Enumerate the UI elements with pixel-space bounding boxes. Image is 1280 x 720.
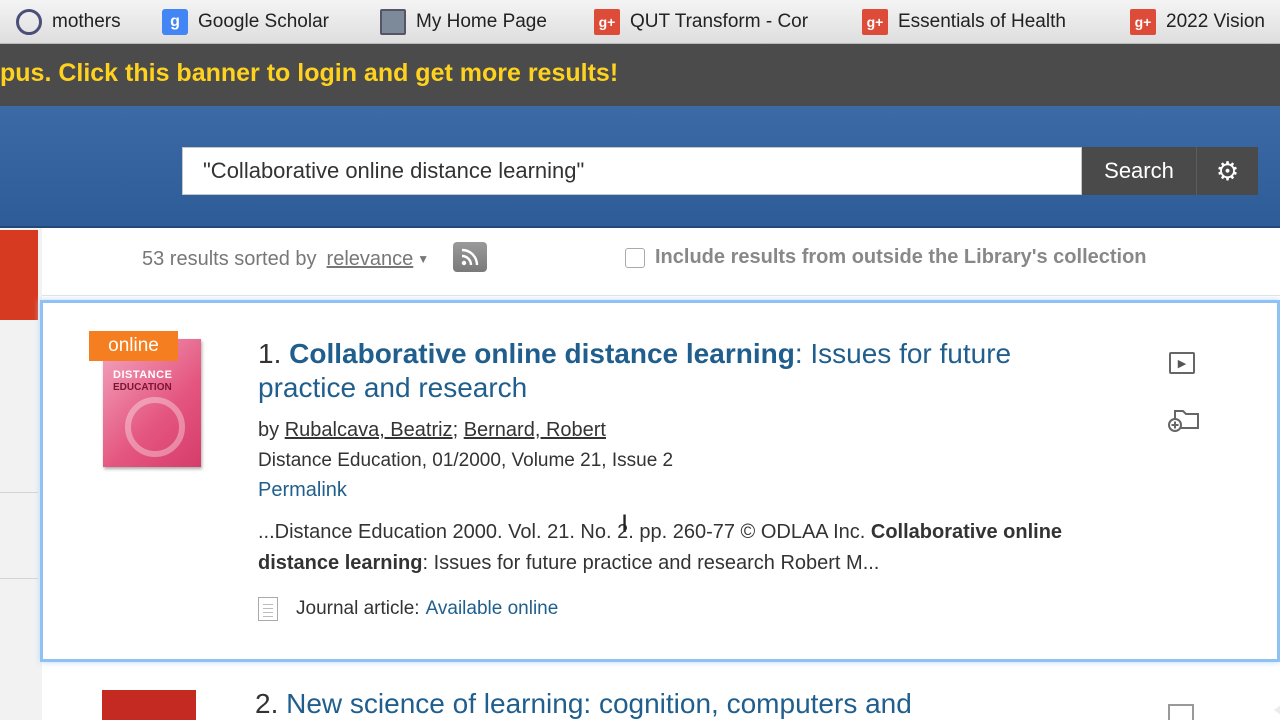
search-input[interactable]: [183, 148, 1081, 194]
rss-feed-button[interactable]: [453, 242, 487, 272]
online-badge: online: [89, 331, 178, 361]
result-title-text[interactable]: New science of learning: cognition, comp…: [286, 688, 912, 719]
bookmark-label: QUT Transform - Cor: [630, 11, 809, 32]
cover-title: DISTANCE: [113, 369, 173, 381]
circle-logo-icon: [16, 9, 42, 35]
add-to-folder-button[interactable]: [1167, 407, 1199, 432]
bookmark-mothers[interactable]: mothers: [16, 6, 121, 38]
google-plus-icon: g+: [862, 9, 888, 35]
publication-info: Distance Education, 01/2000, Volume 21, …: [258, 450, 674, 471]
cover-subtitle: EDUCATION: [113, 382, 172, 393]
result-card: DISTANCE EDUCATION online 1. Collaborati…: [40, 300, 1280, 662]
bookmarks-bar: mothers g Google Scholar My Home Page g+…: [0, 0, 1280, 44]
side-arrow: [1274, 674, 1280, 720]
document-icon: [258, 597, 278, 621]
settings-button[interactable]: ⚙: [1196, 147, 1258, 195]
author-link[interactable]: Bernard, Robert: [464, 419, 606, 441]
result-title-bold[interactable]: Collaborative online distance learning: [289, 338, 795, 369]
bookmark-qut-transform[interactable]: g+ QUT Transform - Cor: [594, 6, 808, 38]
result-authors: by Rubalcava, Beatriz; Bernard, Robert: [258, 419, 606, 442]
rss-icon: [461, 248, 479, 266]
include-label: Include results from outside the Library…: [655, 246, 1147, 268]
bookmark-essentials-of-health[interactable]: g+ Essentials of Health: [862, 6, 1066, 38]
sort-bar: 53 results sorted by relevance ▼: [142, 244, 429, 274]
result-snippet: ...Distance Education 2000. Vol. 21. No.…: [258, 517, 1138, 579]
content-type-row: Journal article: Available online: [258, 597, 558, 621]
result-title[interactable]: 1. Collaborative online distance learnin…: [258, 337, 1078, 405]
availability-link[interactable]: Available online: [426, 598, 559, 620]
author-link[interactable]: Rubalcava, Beatriz: [285, 419, 453, 441]
bookmark-google-scholar[interactable]: g Google Scholar: [162, 6, 329, 38]
result-title[interactable]: 2. New science of learning: cognition, c…: [255, 688, 912, 720]
bookmark-label: Essentials of Health: [898, 11, 1066, 32]
search-box: [182, 147, 1082, 195]
author-separator: ;: [452, 419, 459, 441]
login-banner[interactable]: pus. Click this banner to login and get …: [0, 44, 1280, 106]
banner-text: pus. Click this banner to login and get …: [0, 59, 619, 87]
left-divider: [0, 492, 38, 493]
cover-graphic: [125, 397, 185, 457]
result-number: 1.: [258, 338, 282, 369]
snippet-text: : Issues for future practice and researc…: [422, 552, 880, 574]
play-icon: ▶: [1177, 357, 1187, 370]
content-type-label: Journal article:: [296, 598, 420, 619]
bookmark-label: mothers: [52, 11, 121, 32]
include-checkbox[interactable]: [625, 247, 645, 268]
bookmark-my-home-page[interactable]: My Home Page: [380, 6, 547, 38]
google-scholar-icon: g: [162, 9, 188, 35]
google-plus-icon: g+: [594, 9, 620, 35]
left-red-tab: [0, 230, 38, 320]
bookmark-label: Google Scholar: [198, 11, 329, 32]
text-cursor-icon: I: [621, 510, 629, 538]
bookmark-label: My Home Page: [416, 11, 547, 32]
search-header: Search ⚙: [0, 106, 1280, 228]
gear-icon: ⚙: [1215, 155, 1240, 186]
snippet-text: ...Distance Education 2000. Vol. 21. No.…: [258, 521, 866, 543]
add-folder-icon: [1168, 410, 1199, 432]
google-plus-icon: g+: [1130, 9, 1156, 35]
result-number: 2.: [255, 688, 279, 719]
cover-thumbnail[interactable]: [102, 690, 196, 720]
by-label: by: [258, 419, 280, 441]
include-outside-toggle[interactable]: Include results from outside the Library…: [625, 246, 1147, 269]
preview-button[interactable]: [1168, 704, 1194, 720]
search-button[interactable]: Search: [1082, 147, 1196, 195]
results-count: 53 results sorted by: [142, 247, 317, 270]
bookmark-label: 2022 Vision: [1166, 11, 1265, 32]
picture-icon: [380, 9, 406, 35]
permalink-link[interactable]: Permalink: [258, 479, 347, 502]
results-panel: 53 results sorted by relevance ▼ Include…: [40, 228, 1280, 720]
preview-button[interactable]: ▶: [1169, 352, 1195, 374]
chevron-down-icon[interactable]: ▼: [417, 252, 429, 266]
divider: [42, 295, 1280, 296]
sort-dropdown[interactable]: relevance: [327, 248, 414, 271]
left-divider: [0, 578, 38, 579]
bookmark-2022-vision[interactable]: g+ 2022 Vision: [1130, 6, 1265, 38]
